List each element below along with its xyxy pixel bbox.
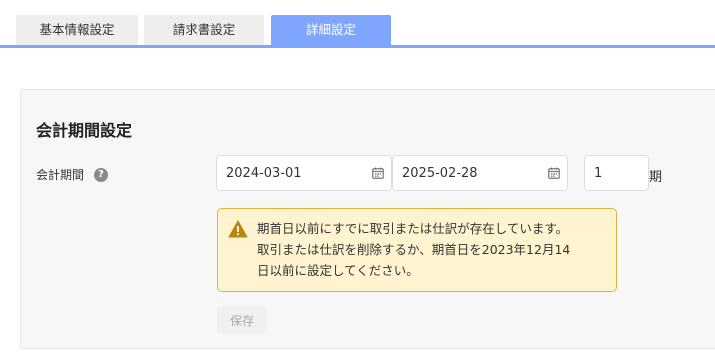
warning-line: 期首日以前にすでに取引または仕訳が存在しています。 xyxy=(257,221,569,236)
calendar-icon[interactable] xyxy=(372,167,384,179)
calendar-icon[interactable] xyxy=(548,167,560,179)
settings-tabs: 基本情報設定 請求書設定 詳細設定 xyxy=(0,0,715,48)
end-date-value: 2025-02-28 xyxy=(402,165,478,181)
period-number-input[interactable]: 1 xyxy=(584,155,649,191)
warning-line: 取引または仕訳を削除するか、期首日を2023年12月14 xyxy=(257,242,571,257)
warning-line: 日以前に設定してください。 xyxy=(257,263,419,278)
accounting-period-label: 会計期間 ? xyxy=(36,166,109,183)
start-date-value: 2024-03-01 xyxy=(226,165,302,181)
period-unit-label: 期 xyxy=(649,170,663,185)
save-button[interactable]: 保存 xyxy=(217,306,267,334)
tab-invoice[interactable]: 請求書設定 xyxy=(144,15,264,45)
accounting-period-panel: 会計期間設定 会計期間 ? 2024-03-01 2025-02-28 1 期 … xyxy=(20,89,715,349)
warning-alert: 期首日以前にすでに取引または仕訳が存在しています。 取引または仕訳を削除するか、… xyxy=(217,208,617,292)
warning-triangle-icon xyxy=(228,220,248,238)
warning-message: 期首日以前にすでに取引または仕訳が存在しています。 取引または仕訳を削除するか、… xyxy=(257,218,570,281)
section-title: 会計期間設定 xyxy=(36,121,133,140)
period-number-value: 1 xyxy=(594,165,603,181)
tab-basic-info[interactable]: 基本情報設定 xyxy=(16,15,138,45)
field-label-text: 会計期間 xyxy=(36,168,85,182)
start-date-input[interactable]: 2024-03-01 xyxy=(216,155,392,191)
end-date-input[interactable]: 2025-02-28 xyxy=(392,155,568,191)
tab-underline xyxy=(0,45,715,48)
question-circle-icon[interactable]: ? xyxy=(94,167,109,182)
tab-advanced[interactable]: 詳細設定 xyxy=(271,15,391,45)
